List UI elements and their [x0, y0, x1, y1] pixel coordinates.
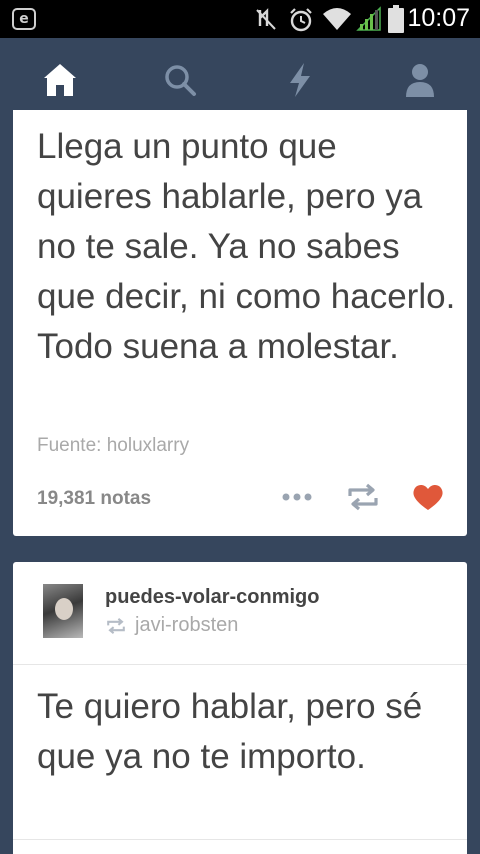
reblogged-from-username[interactable]: javi-robsten [135, 614, 238, 637]
divider [13, 664, 467, 665]
tab-activity[interactable] [280, 60, 320, 100]
divider [13, 839, 467, 840]
post-username[interactable]: puedes-volar-conmigo [105, 586, 319, 609]
tab-home[interactable] [40, 60, 80, 100]
status-bar: e 10:07 [0, 0, 480, 38]
reblog-attribution: javi-robsten [105, 614, 238, 637]
reblog-button[interactable] [345, 482, 381, 512]
notes-count[interactable]: 19,381 notas [37, 488, 151, 510]
battery-icon [388, 5, 404, 33]
post-source[interactable]: Fuente: holuxlarry [37, 435, 189, 457]
more-options-button[interactable] [277, 482, 317, 512]
post-card-2: puedes-volar-conmigo javi-robsten Te qui… [13, 562, 467, 854]
reblog-icon [348, 483, 378, 511]
e-notification-letter: e [19, 11, 29, 27]
clock-time: 10:07 [407, 4, 470, 32]
signal-icon [356, 6, 381, 31]
lightning-icon [290, 63, 310, 97]
avatar-face [55, 598, 73, 620]
home-icon [44, 64, 76, 96]
tab-search[interactable] [160, 60, 200, 100]
mute-icon [256, 8, 276, 30]
more-icon [282, 493, 312, 501]
post-card: Llega un punto que quieres hablarle, per… [13, 110, 467, 536]
alarm-icon [290, 8, 312, 32]
post-quote: Llega un punto que quieres hablarle, per… [37, 127, 456, 366]
reblog-icon-small [107, 617, 125, 634]
post-quote: Te quiero hablar, pero sé que ya no te i… [37, 687, 423, 776]
like-button[interactable] [411, 482, 445, 512]
search-icon [165, 65, 196, 96]
heart-icon [413, 484, 443, 510]
wifi-icon [323, 8, 351, 30]
e-notification-icon: e [12, 8, 36, 30]
person-icon [406, 64, 434, 97]
tab-account[interactable] [400, 60, 440, 100]
avatar[interactable] [43, 584, 83, 638]
